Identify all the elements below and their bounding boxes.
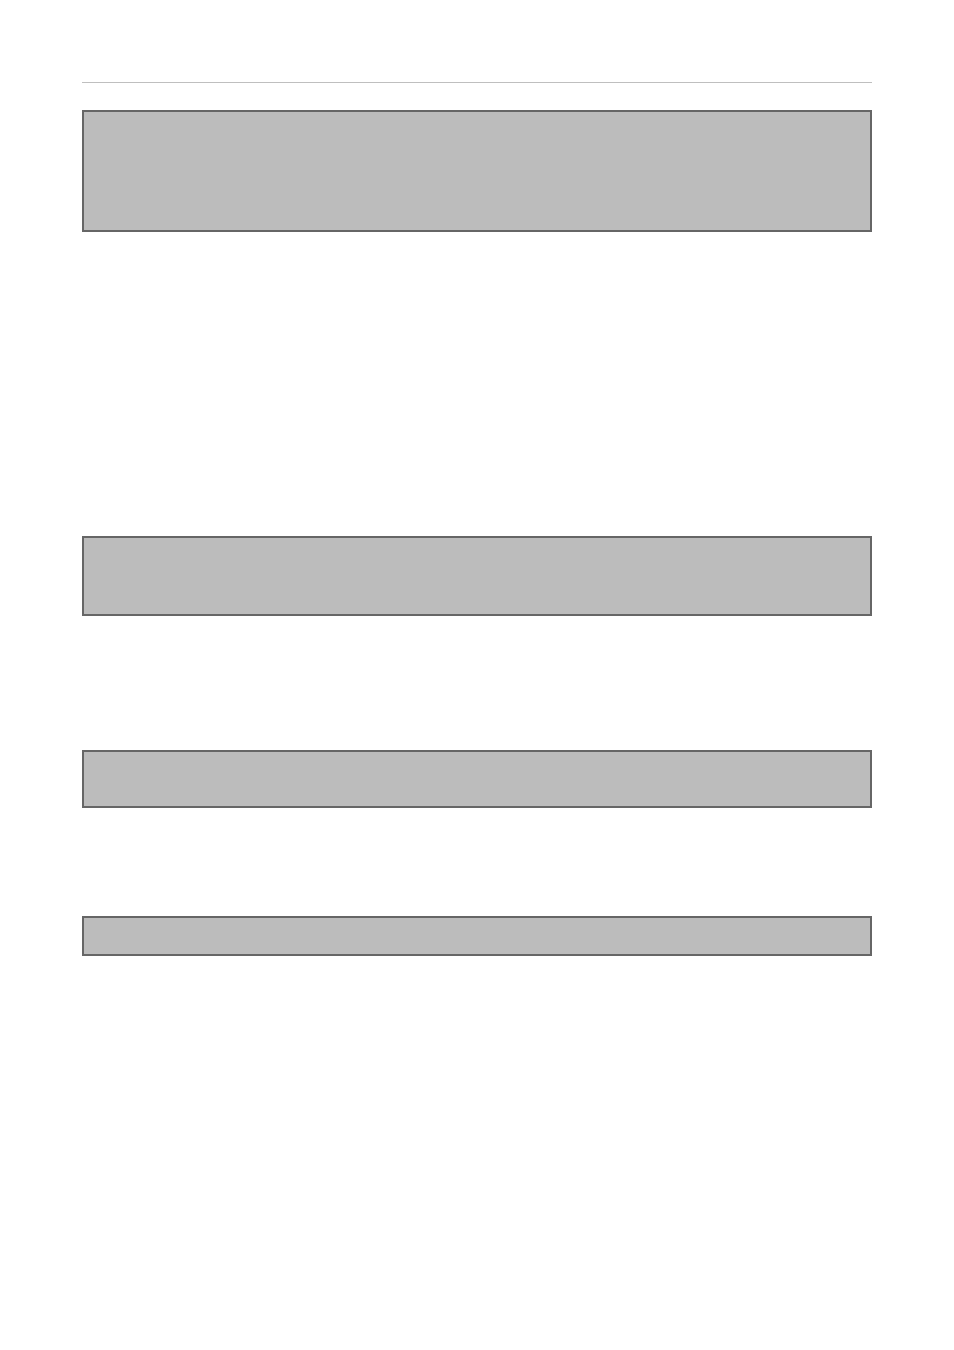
placeholder-box-4 bbox=[82, 916, 872, 956]
placeholder-box-3 bbox=[82, 750, 872, 808]
placeholder-box-2 bbox=[82, 536, 872, 616]
page bbox=[0, 0, 954, 1350]
horizontal-rule bbox=[82, 82, 872, 83]
placeholder-box-1 bbox=[82, 110, 872, 232]
